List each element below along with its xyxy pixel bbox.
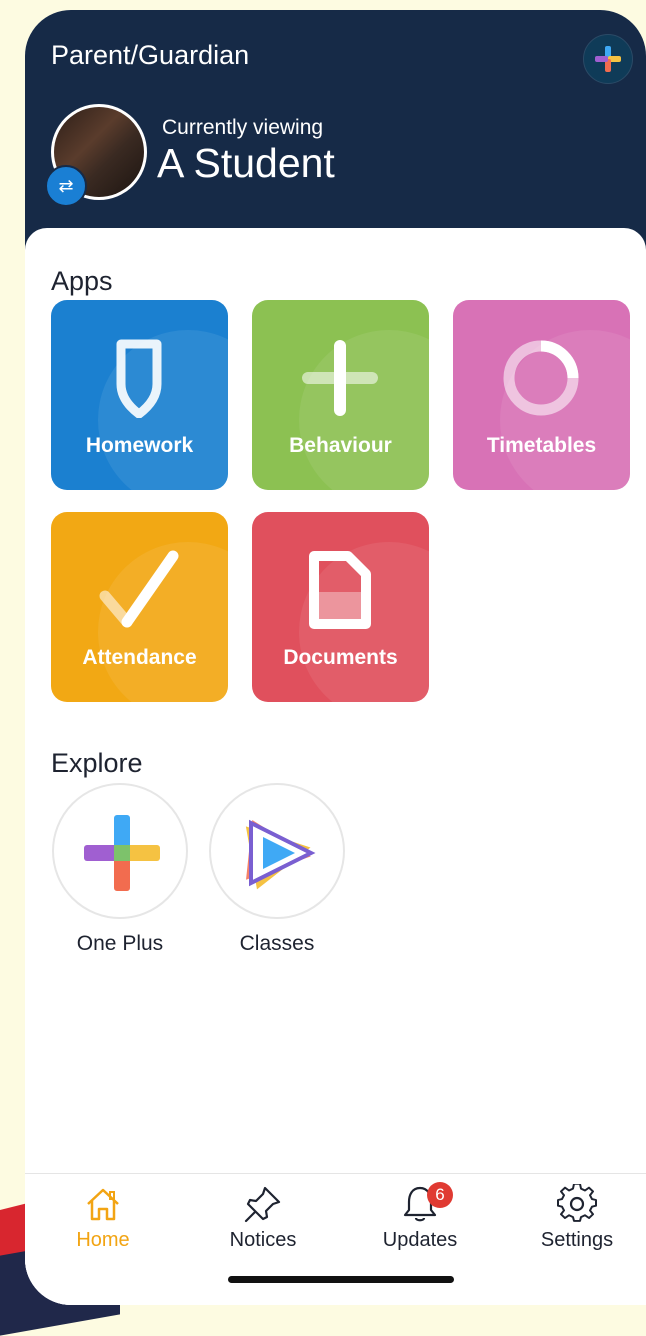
plus-icon — [302, 340, 378, 416]
classes-label: Classes — [239, 932, 315, 955]
updates-badge: 6 — [427, 1182, 453, 1208]
timetables-tile[interactable]: Timetables — [453, 300, 630, 490]
pin-icon — [244, 1186, 281, 1223]
add-button[interactable] — [583, 34, 633, 84]
homework-label: Homework — [85, 434, 194, 457]
switch-student-icon[interactable]: ⇄ — [45, 165, 87, 207]
homework-tile[interactable]: Homework — [51, 300, 228, 490]
classes-button[interactable] — [209, 783, 345, 919]
role-label: Parent/Guardian — [51, 40, 250, 70]
currently-viewing-label: Currently viewing — [162, 116, 324, 139]
main-content: Apps Homework Behaviour Timetables Atten… — [25, 228, 646, 1305]
tab-notices-label: Notices — [229, 1229, 297, 1251]
documents-label: Documents — [283, 646, 398, 669]
attendance-tile[interactable]: Attendance — [51, 512, 228, 702]
one-plus-button[interactable] — [52, 783, 188, 919]
shield-icon — [116, 339, 162, 418]
bottom-tab-bar: Home Notices 6 Updates Settings — [25, 1173, 646, 1305]
tab-home-label: Home — [76, 1229, 130, 1251]
tab-settings-label: Settings — [540, 1229, 614, 1251]
timetables-label: Timetables — [486, 434, 597, 457]
tab-updates[interactable]: 6 Updates — [350, 1174, 490, 1264]
explore-section-title: Explore — [51, 748, 143, 778]
ring-icon — [503, 340, 579, 416]
document-icon — [309, 551, 371, 629]
student-name: A Student — [157, 140, 335, 186]
apps-section-title: Apps — [51, 266, 113, 296]
play-icon — [245, 819, 316, 890]
checkmark-icon — [99, 550, 179, 628]
behaviour-label: Behaviour — [289, 434, 392, 457]
colorful-plus-icon — [595, 46, 621, 72]
behaviour-tile[interactable]: Behaviour — [252, 300, 429, 490]
home-icon — [87, 1188, 119, 1221]
tab-updates-label: Updates — [382, 1229, 458, 1251]
app-screen: Parent/Guardian ⇄ Currently viewing A St… — [25, 10, 646, 1305]
tab-home[interactable]: Home — [33, 1174, 173, 1264]
tab-notices[interactable]: Notices — [193, 1174, 333, 1264]
attendance-label: Attendance — [82, 646, 197, 669]
home-indicator — [228, 1276, 454, 1283]
tab-settings[interactable]: Settings — [507, 1174, 646, 1264]
documents-tile[interactable]: Documents — [252, 512, 429, 702]
one-plus-label: One Plus — [76, 932, 164, 955]
gear-icon — [557, 1184, 597, 1222]
one-plus-icon — [84, 815, 160, 891]
